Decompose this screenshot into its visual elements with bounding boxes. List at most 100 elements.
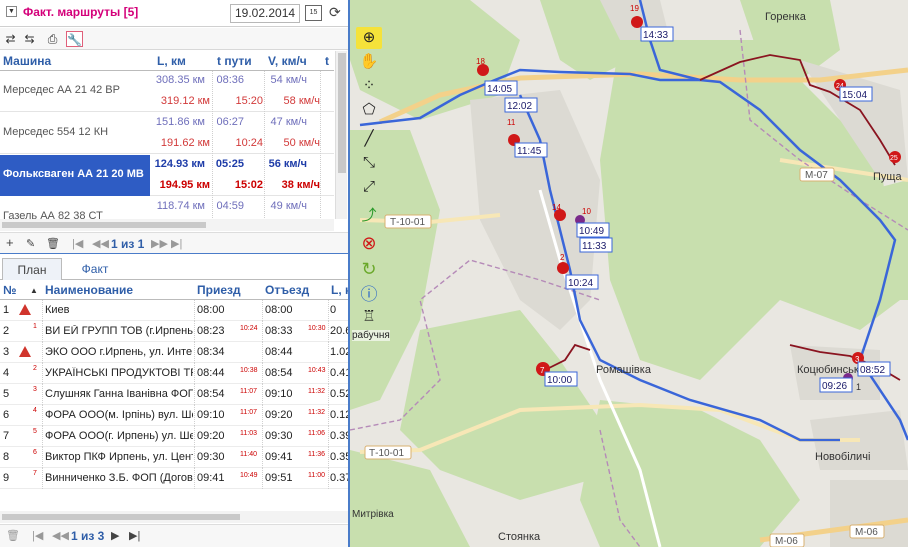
- prev-page-icon[interactable]: ◀◀: [52, 529, 69, 542]
- vehicles-hscrollbar[interactable]: [0, 219, 334, 231]
- col-distance[interactable]: L, км: [157, 54, 186, 68]
- vehicle-fact_v: 50 км/ч: [283, 137, 320, 149]
- route-icon[interactable]: ⤴: [356, 205, 382, 227]
- stop-depart-fact: 10:43: [308, 367, 326, 374]
- next-page-icon[interactable]: ▶▶: [151, 237, 168, 250]
- col-speed[interactable]: V, км/ч: [268, 54, 307, 68]
- vehicle-name: Газель АА 82 38 СТ: [3, 210, 103, 219]
- time-label[interactable]: 10:49: [576, 222, 610, 238]
- time-label[interactable]: 14:05: [484, 80, 518, 96]
- stop-arrive: 09:30: [197, 451, 225, 463]
- stop-arrive: 08:44: [197, 367, 225, 379]
- stop-arrive-fact: 11:07: [240, 388, 257, 395]
- time-label[interactable]: 11:45: [514, 142, 548, 158]
- col-travel-time[interactable]: t пути: [217, 54, 252, 68]
- col-number[interactable]: №: [3, 283, 16, 297]
- stop-depart: 09:20: [265, 409, 293, 421]
- delete-icon[interactable]: 🗑: [46, 237, 60, 250]
- col-depart[interactable]: Отъезд: [265, 283, 309, 297]
- road-label-m06: М-06: [769, 533, 805, 547]
- panel-title: Факт. маршруты [5]: [23, 5, 139, 19]
- crosshair-icon[interactable]: ⊕: [356, 27, 382, 49]
- stop-row[interactable]: 8 6 Виктор ПКФ Ирпень, ул. Цент 09:30 11:40 0…: [0, 447, 348, 468]
- vehicles-scrollbar[interactable]: [335, 51, 347, 219]
- stop-fact-index: 7: [33, 470, 37, 477]
- stop-row[interactable]: 2 1 ВИ ЕЙ ГРУПП ТОВ (г.Ирпень 08:23 10:24 08:…: [0, 321, 348, 342]
- stop-marker[interactable]: 25: [889, 151, 901, 163]
- map-view[interactable]: Т-10-01 Т-10-01 М-07 М-06 М-06 Горенка П…: [350, 0, 908, 547]
- points-icon[interactable]: ⁘: [356, 75, 382, 97]
- swap-left-icon[interactable]: ⇄: [2, 31, 19, 47]
- vehicle-row[interactable]: Мерседес 554 12 КН 151.86 км 06:27 47 км/ч 1…: [0, 113, 334, 154]
- vehicle-fact_t: 15:02: [234, 179, 263, 191]
- shrink-icon[interactable]: ⤡: [356, 152, 382, 174]
- svg-text:15:04: 15:04: [842, 90, 867, 101]
- wrench-icon[interactable]: 🔧: [66, 31, 83, 47]
- stop-arrive-fact: 10:38: [240, 367, 258, 374]
- layers-icon[interactable]: ♖: [356, 306, 382, 328]
- next-page-icon[interactable]: ▶: [111, 529, 119, 542]
- add-icon[interactable]: +: [6, 235, 14, 250]
- time-label[interactable]: 11:33: [579, 237, 613, 253]
- print-icon[interactable]: ⎙: [44, 31, 61, 47]
- edit-icon[interactable]: ✎: [26, 237, 35, 250]
- stop-row[interactable]: 9 7 Винниченко З.Б. ФОП (Догов 09:41 10:49 09…: [0, 468, 348, 489]
- first-page-icon[interactable]: |◀: [72, 237, 83, 250]
- col-t[interactable]: t: [325, 54, 329, 68]
- stop-row[interactable]: 6 4 ФОРА ООО(м. Ірпінь) вул. Ше 09:10 11:07 0…: [0, 405, 348, 426]
- col-name[interactable]: Наименование: [45, 283, 133, 297]
- time-label[interactable]: 14:33: [640, 26, 674, 42]
- time-label[interactable]: 09:26: [819, 377, 853, 393]
- stop-arrive: 08:34: [197, 346, 225, 358]
- stop-row[interactable]: 1 Киев 08:00 08:00 0: [0, 300, 348, 321]
- ruler-icon[interactable]: ╱: [356, 128, 382, 150]
- first-page-icon[interactable]: |◀: [32, 529, 43, 542]
- stop-name: УКРАЇНСЬКІ ПРОДУКТОВІ ТРА: [45, 367, 193, 379]
- col-arrive[interactable]: Приезд: [197, 283, 241, 297]
- collapse-icon[interactable]: ▼: [6, 6, 17, 17]
- last-page-icon[interactable]: ▶|: [129, 529, 140, 542]
- polygon-icon[interactable]: ⬠: [356, 99, 382, 121]
- stops-hscrollbar[interactable]: [0, 511, 348, 523]
- vehicle-fact_l: 194.95 км: [159, 179, 210, 191]
- swap-right-icon[interactable]: ⇆: [21, 31, 38, 47]
- time-label[interactable]: 08:52: [857, 361, 891, 377]
- stop-arrive-fact: 10:49: [240, 472, 258, 479]
- stop-row[interactable]: 5 3 Слушняк Ганна Іванівна ФОП 08:54 11:07 09…: [0, 384, 348, 405]
- calendar-icon[interactable]: 15: [305, 5, 322, 21]
- last-page-icon[interactable]: ▶|: [171, 237, 182, 250]
- stop-row[interactable]: 7 5 ФОРА ООО(г. Ирпень) ул. Ше 09:20 11:03 09…: [0, 426, 348, 447]
- vehicle-row[interactable]: Фольксваген АА 21 20 МВ 124.93 км 05:25 56 …: [0, 155, 334, 196]
- time-label[interactable]: 10:00: [544, 371, 578, 387]
- vehicle-plan_l: 118.74 км: [156, 200, 205, 212]
- tab-plan[interactable]: План: [2, 258, 62, 280]
- svg-text:12:02: 12:02: [507, 101, 532, 112]
- stop-fact-index: 5: [33, 428, 37, 435]
- time-label[interactable]: 10:24: [565, 274, 599, 290]
- vehicle-row[interactable]: Газель АА 82 38 СТ 118.74 км 04:59 49 км/ч: [0, 197, 334, 219]
- time-label[interactable]: 15:04: [839, 86, 873, 102]
- stop-length: 0.37: [330, 472, 348, 484]
- help-icon[interactable]: ⓘ: [356, 284, 382, 306]
- clear-icon[interactable]: ⊗: [356, 232, 382, 254]
- stop-number: 6: [3, 409, 10, 421]
- sort-asc-icon[interactable]: ▲: [30, 286, 38, 295]
- col-vehicle[interactable]: Машина: [3, 54, 51, 68]
- svg-text:25: 25: [890, 155, 898, 162]
- stop-row[interactable]: 3 ЭКО ООО г.Ирпень, ул. Инте 08:34 08:44 1.0…: [0, 342, 348, 363]
- vehicle-row[interactable]: Мерседес АА 21 42 ВР 308.35 км 08:36 54 км/…: [0, 71, 334, 112]
- stop-row[interactable]: 4 2 УКРАЇНСЬКІ ПРОДУКТОВІ ТРА 08:44 10:38 08:…: [0, 363, 348, 384]
- hand-pan-icon[interactable]: ✋: [356, 51, 382, 73]
- expand-icon[interactable]: ⤢: [356, 176, 382, 198]
- map-canvas[interactable]: Т-10-01 Т-10-01 М-07 М-06 М-06 Горенка П…: [350, 0, 908, 547]
- reload-route-icon[interactable]: ↻: [356, 258, 382, 280]
- vehicle-fact_l: 319.12 км: [160, 95, 210, 107]
- date-field[interactable]: 19.02.2014: [230, 4, 300, 23]
- refresh-icon[interactable]: ⟳: [329, 4, 341, 21]
- stop-name: Виктор ПКФ Ирпень, ул. Цент: [45, 451, 193, 463]
- delete-icon[interactable]: 🗑: [6, 529, 20, 542]
- time-label[interactable]: 12:02: [504, 97, 538, 113]
- col-length[interactable]: L, к: [331, 283, 348, 297]
- prev-page-icon[interactable]: ◀◀: [92, 237, 109, 250]
- tab-fact[interactable]: Факт: [64, 258, 126, 280]
